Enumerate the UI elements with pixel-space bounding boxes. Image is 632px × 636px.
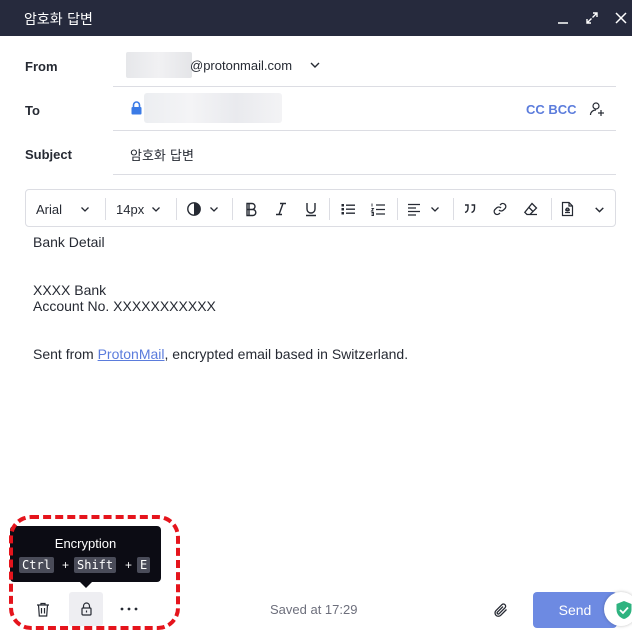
bold-button[interactable] bbox=[243, 199, 259, 219]
italic-icon bbox=[276, 202, 286, 216]
window-title: 암호화 답변 bbox=[24, 12, 93, 28]
signature-suffix: , encrypted email based in Switzerland. bbox=[164, 346, 409, 362]
subject-input[interactable]: 암호화 답변 bbox=[130, 145, 194, 164]
quote-icon bbox=[464, 204, 476, 214]
toolbar-separator bbox=[232, 198, 233, 220]
link-icon bbox=[493, 202, 507, 216]
add-contact-icon[interactable] bbox=[589, 101, 605, 117]
underline-icon bbox=[306, 203, 316, 217]
toolbar-separator bbox=[397, 198, 398, 220]
protonvpn-badge[interactable] bbox=[604, 592, 632, 626]
document-icon bbox=[561, 201, 574, 217]
toolbar-separator bbox=[176, 198, 177, 220]
chevron-down-icon bbox=[595, 206, 604, 213]
clear-formatting-button[interactable] bbox=[523, 199, 539, 219]
bullet-list-icon bbox=[341, 204, 355, 215]
signature-prefix: Sent from bbox=[33, 346, 98, 362]
from-divider bbox=[113, 86, 616, 87]
toolbar-separator bbox=[329, 198, 330, 220]
font-family-value: Arial bbox=[36, 201, 63, 217]
eraser-icon bbox=[523, 202, 538, 216]
to-label: To bbox=[25, 103, 40, 118]
text-color-button[interactable] bbox=[186, 199, 220, 219]
alignment-button[interactable] bbox=[407, 199, 441, 219]
link-button[interactable] bbox=[492, 199, 508, 219]
minimize-icon[interactable] bbox=[553, 8, 573, 28]
to-divider bbox=[113, 130, 616, 131]
signature-line[interactable]: Sent from ProtonMail, encrypted email ba… bbox=[33, 346, 408, 362]
underline-button[interactable] bbox=[303, 199, 319, 219]
subject-divider bbox=[113, 174, 616, 175]
numbered-list-icon bbox=[370, 203, 385, 216]
expand-icon[interactable] bbox=[582, 8, 602, 28]
chevron-down-icon bbox=[431, 207, 439, 212]
font-size-value: 14px bbox=[116, 201, 145, 217]
annotation-highlight bbox=[9, 515, 180, 630]
sender-domain[interactable]: @protonmail.com bbox=[190, 58, 292, 73]
body-line-bank-detail[interactable]: Bank Detail bbox=[33, 234, 105, 250]
title-bar: 암호화 답변 bbox=[0, 0, 632, 36]
font-size-select[interactable]: 14px bbox=[116, 199, 162, 219]
chevron-down-icon[interactable] bbox=[308, 58, 322, 72]
bullet-list-button[interactable] bbox=[340, 199, 356, 219]
protonmail-link[interactable]: ProtonMail bbox=[98, 346, 165, 362]
toolbar-separator bbox=[105, 198, 106, 220]
toolbar-separator bbox=[551, 198, 552, 220]
recipient-chip-redacted[interactable] bbox=[144, 93, 282, 123]
from-label: From bbox=[25, 59, 58, 74]
body-line-account-number[interactable]: Account No. XXXXXXXXXXX bbox=[33, 298, 216, 314]
bold-icon bbox=[246, 202, 257, 217]
chevron-down-icon bbox=[210, 207, 218, 212]
numbered-list-button[interactable] bbox=[370, 199, 386, 219]
shield-check-icon bbox=[616, 601, 632, 619]
quote-button[interactable] bbox=[462, 199, 478, 219]
lock-icon bbox=[131, 101, 142, 115]
close-icon[interactable] bbox=[611, 8, 631, 28]
more-options-button[interactable] bbox=[560, 199, 606, 219]
toolbar-separator bbox=[453, 198, 454, 220]
chevron-down-icon bbox=[81, 207, 89, 212]
body-line-bank-name[interactable]: XXXX Bank bbox=[33, 282, 106, 298]
saved-status: Saved at 17:29 bbox=[270, 602, 358, 617]
formatting-toolbar: Arial 14px bbox=[25, 189, 616, 227]
cc-bcc-button[interactable]: CC BCC bbox=[526, 102, 577, 117]
paperclip-icon bbox=[494, 603, 507, 617]
font-family-select[interactable]: Arial bbox=[36, 199, 91, 219]
italic-button[interactable] bbox=[273, 199, 289, 219]
attach-button[interactable] bbox=[492, 601, 510, 619]
chevron-down-icon bbox=[152, 207, 161, 212]
sender-address-redacted[interactable] bbox=[126, 52, 192, 78]
align-left-icon bbox=[408, 203, 420, 216]
subject-label: Subject bbox=[25, 147, 72, 162]
contrast-icon bbox=[187, 202, 201, 216]
